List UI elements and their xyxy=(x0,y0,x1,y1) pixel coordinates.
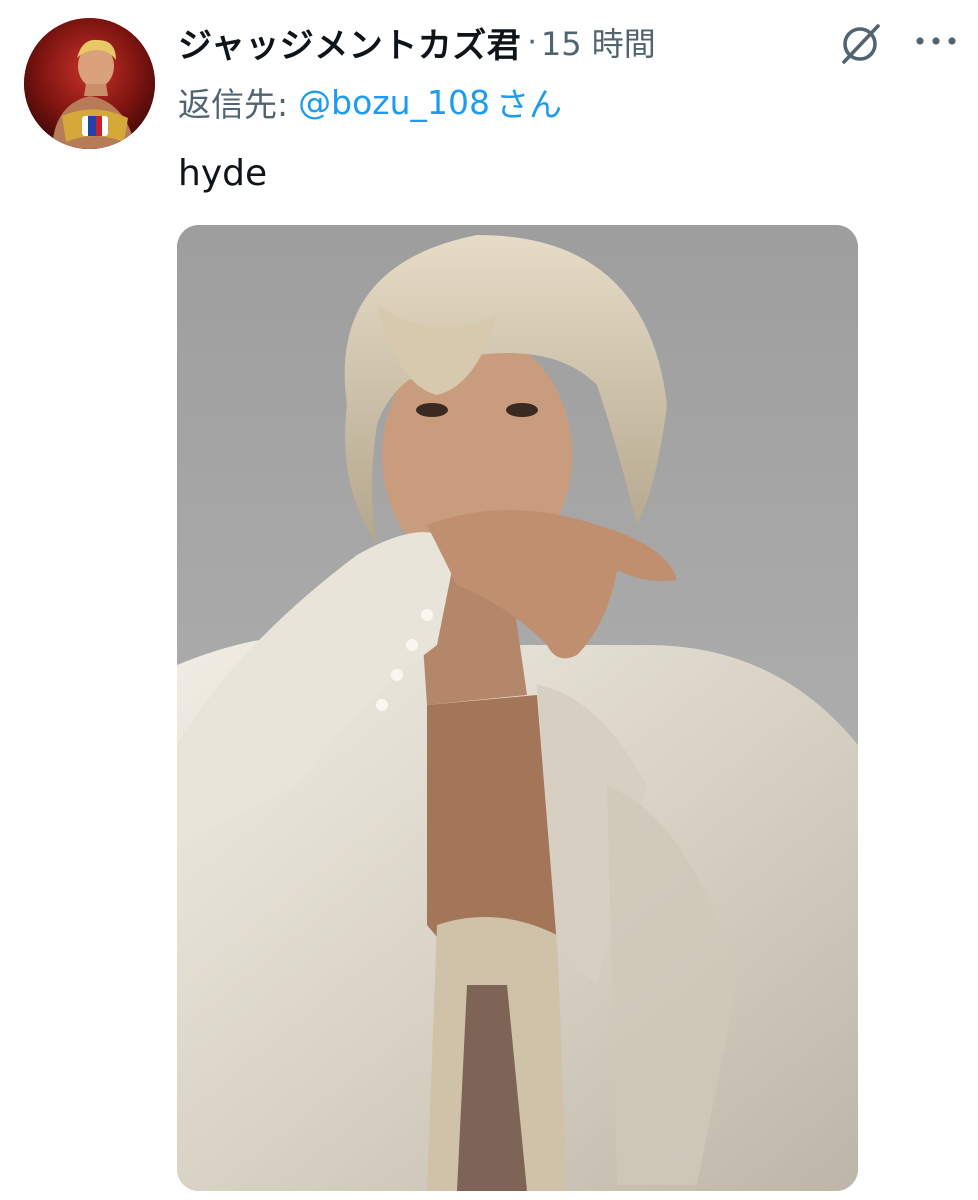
grok-slash-circle-icon[interactable] xyxy=(836,20,886,66)
reply-handle-link[interactable]: @bozu_108 xyxy=(298,83,490,122)
tweet-header: ジャッジメントカズ君 · 15 時間 xyxy=(178,18,656,66)
reply-prefix-label: 返信先: xyxy=(178,85,289,124)
tweet-media-photo[interactable] xyxy=(177,225,858,1191)
tweet-body-text: hyde xyxy=(178,153,268,194)
author-avatar[interactable] xyxy=(24,18,155,149)
replying-to: 返信先: @bozu_108 さん xyxy=(178,78,562,126)
more-horizontal-icon[interactable] xyxy=(912,26,962,56)
header-separator: · xyxy=(527,24,537,60)
reply-honorific: さん xyxy=(496,85,562,124)
avatar-image xyxy=(24,18,155,149)
portrait-photo xyxy=(177,225,858,1191)
author-display-name[interactable]: ジャッジメントカズ君 xyxy=(178,18,521,67)
tweet-timestamp[interactable]: 15 時間 xyxy=(541,19,656,65)
